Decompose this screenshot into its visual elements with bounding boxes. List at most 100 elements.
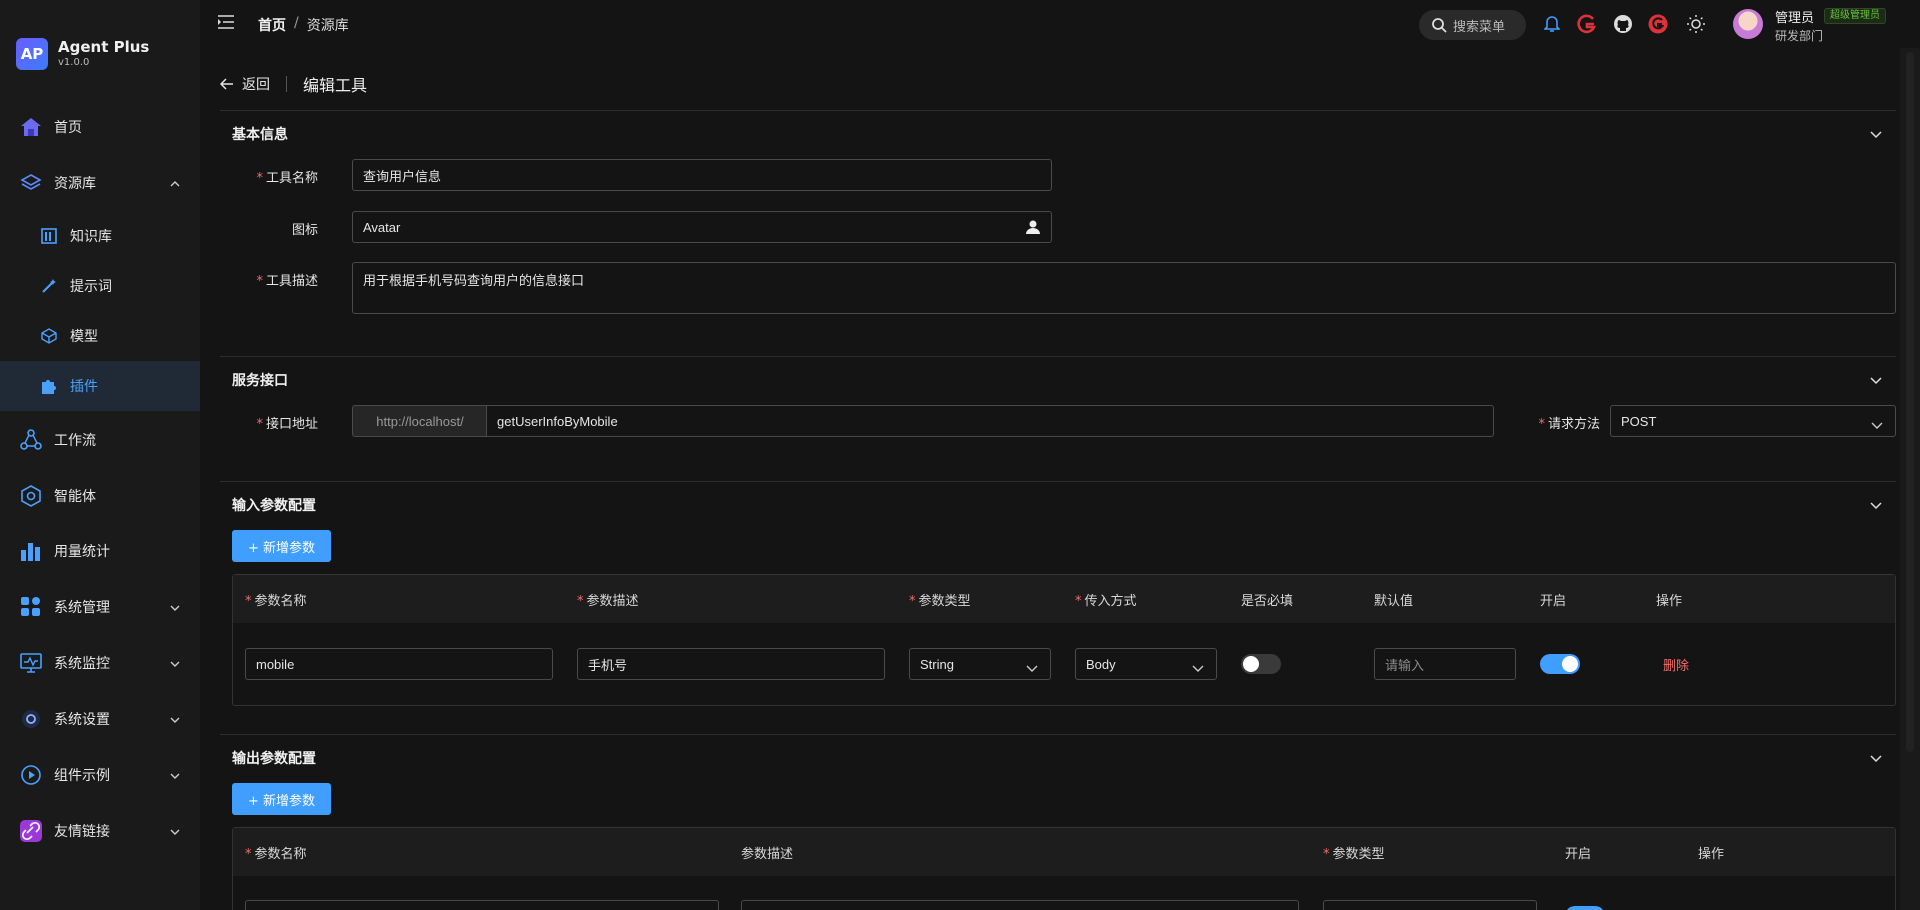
output-params-section: 输出参数配置 + 新增参数 * 参数名称 参数描述 * 参数类型 开启 操作 [220,734,1896,910]
method-select[interactable]: POST [1610,405,1896,437]
table-header: * 参数名称 参数描述 * 参数类型 开启 操作 [233,828,1895,876]
back-button[interactable]: 返回 [220,74,270,94]
arrow-left-icon [220,78,233,90]
gitee-icon[interactable] [1577,14,1597,34]
sidebar-item-label: 系统监控 [54,656,110,672]
tool-name-input[interactable]: 查询用户信息 [352,159,1052,191]
col-header: 操作 [1656,594,1683,609]
top-header: 首页 / 资源库 搜索菜单 管理员 超级管理员 研发部门 [200,0,1920,48]
sidebar-item-label: 提示词 [70,279,112,295]
menu-fold-icon[interactable] [217,14,235,32]
brand-logo: AP [16,38,48,70]
col-header: 是否必填 [1241,594,1294,609]
chevron-down-icon [170,769,180,785]
chevron-down-icon[interactable] [1870,498,1882,514]
section-title: 输入参数配置 [232,498,316,514]
chevron-down-icon [170,825,180,841]
user-name[interactable]: 管理员 [1775,7,1814,26]
section-title: 输出参数配置 [232,751,316,767]
sidebar-item-knowledge[interactable]: 知识库 [0,211,200,261]
section-title: 基本信息 [232,127,288,143]
chevron-down-icon[interactable] [1870,127,1882,143]
github-icon[interactable] [1613,14,1633,34]
sidebar-item-label: 插件 [70,379,98,395]
param-type-select[interactable]: String [909,648,1051,680]
param-name-input[interactable]: mobile [245,648,553,680]
avatar[interactable] [1733,9,1763,39]
url-prefix: http://localhost/ [352,405,487,437]
param-method-select[interactable]: Body [1075,648,1217,680]
sidebar-item-label: 首页 [54,120,82,136]
sidebar-item-plugins[interactable]: 插件 [0,361,200,411]
output-enabled-toggle[interactable] [1565,906,1605,910]
col-header: 开启 [1540,594,1567,609]
menu-search[interactable]: 搜索菜单 [1419,10,1526,40]
chevron-down-icon [1192,661,1204,676]
sidebar-item-agents[interactable]: 智能体 [0,471,200,521]
sidebar-item-prompts[interactable]: 提示词 [0,261,200,311]
sidebar: AP Agent Plus v1.0.0 首页 资源库 知识库 提示词 模型 插… [0,0,200,910]
sidebar-item-system-admin[interactable]: 系统管理 [0,582,200,632]
breadcrumb-home[interactable]: 首页 [258,15,286,35]
input-params-table: * 参数名称 * 参数描述 * 参数类型 * 传入方式 是否必填 默认值 开启 操作 m… [232,574,1896,706]
scrollbar[interactable] [1900,48,1920,910]
output-param-type-select[interactable] [1323,900,1537,910]
param-type-value: String [920,656,954,672]
col-header: 操作 [1698,847,1725,862]
add-input-param-button[interactable]: + 新增参数 [232,530,332,562]
col-header: * 参数类型 [909,594,971,609]
scrollbar-thumb[interactable] [1906,52,1914,752]
output-param-desc-input[interactable] [741,900,1299,910]
sidebar-item-components[interactable]: 组件示例 [0,750,200,800]
service-section: 服务接口 * 接口地址 http://localhost/ getUserInfo… [220,356,1896,480]
default-value-input[interactable]: 请输入 [1374,648,1516,680]
chevron-down-icon[interactable] [1870,751,1882,767]
link-icon [20,820,42,842]
output-param-name-input[interactable] [245,900,719,910]
sidebar-item-system-monitor[interactable]: 系统监控 [0,638,200,688]
icon-input[interactable]: Avatar [352,211,1052,243]
brand-version: v1.0.0 [58,57,90,68]
user-icon [1026,220,1040,234]
book-icon [40,227,58,245]
api-url-input[interactable]: getUserInfoByMobile [486,405,1494,437]
search-icon [1432,18,1447,33]
sidebar-item-workflow[interactable]: 工作流 [0,415,200,465]
enabled-toggle[interactable] [1540,654,1580,674]
sidebar-item-system-settings[interactable]: 系统设置 [0,694,200,744]
sidebar-item-usage[interactable]: 用量统计 [0,526,200,576]
api-url-label: * 接口地址 [256,417,318,432]
chevron-down-icon [170,601,180,617]
add-output-param-button[interactable]: + 新增参数 [232,783,332,815]
search-placeholder: 搜索菜单 [1453,19,1506,35]
sidebar-item-models[interactable]: 模型 [0,311,200,361]
breadcrumb-separator: / [294,15,299,31]
brand[interactable]: AP Agent Plus v1.0.0 [16,34,149,74]
sidebar-item-label: 友情链接 [54,824,110,840]
required-toggle[interactable] [1241,654,1281,674]
delete-button[interactable]: 删除 [1663,655,1689,674]
cube-icon [40,327,58,345]
param-desc-input[interactable]: 手机号 [577,648,885,680]
sun-icon[interactable] [1686,14,1706,34]
sidebar-item-label: 工作流 [54,433,96,449]
chevron-down-icon [1026,661,1038,676]
user-dept: 研发部门 [1775,29,1824,43]
input-params-section: 输入参数配置 + 新增参数 * 参数名称 * 参数描述 * 参数类型 * 传入方式 是否… [220,481,1896,733]
method-value: POST [1621,413,1657,429]
agent-icon [20,485,42,507]
bell-icon[interactable] [1542,14,1562,34]
layers-icon [20,172,42,194]
divider [286,76,287,92]
main-content: 返回 编辑工具 基本信息 * 工具名称 查询用户信息 图标 Avatar * 工具描… [200,48,1900,910]
sidebar-item-label: 知识库 [70,229,112,245]
chevron-down-icon[interactable] [1870,373,1882,389]
sidebar-item-home[interactable]: 首页 [0,102,200,152]
bar-chart-icon [20,540,42,562]
sidebar-item-resources[interactable]: 资源库 [0,158,200,208]
tool-desc-textarea[interactable]: 用于根据手机号码查询用户的信息接口 [352,262,1896,314]
sidebar-item-links[interactable]: 友情链接 [0,806,200,856]
sidebar-item-label: 智能体 [54,489,96,505]
csdn-icon[interactable] [1648,14,1668,34]
chevron-down-icon [170,657,180,673]
